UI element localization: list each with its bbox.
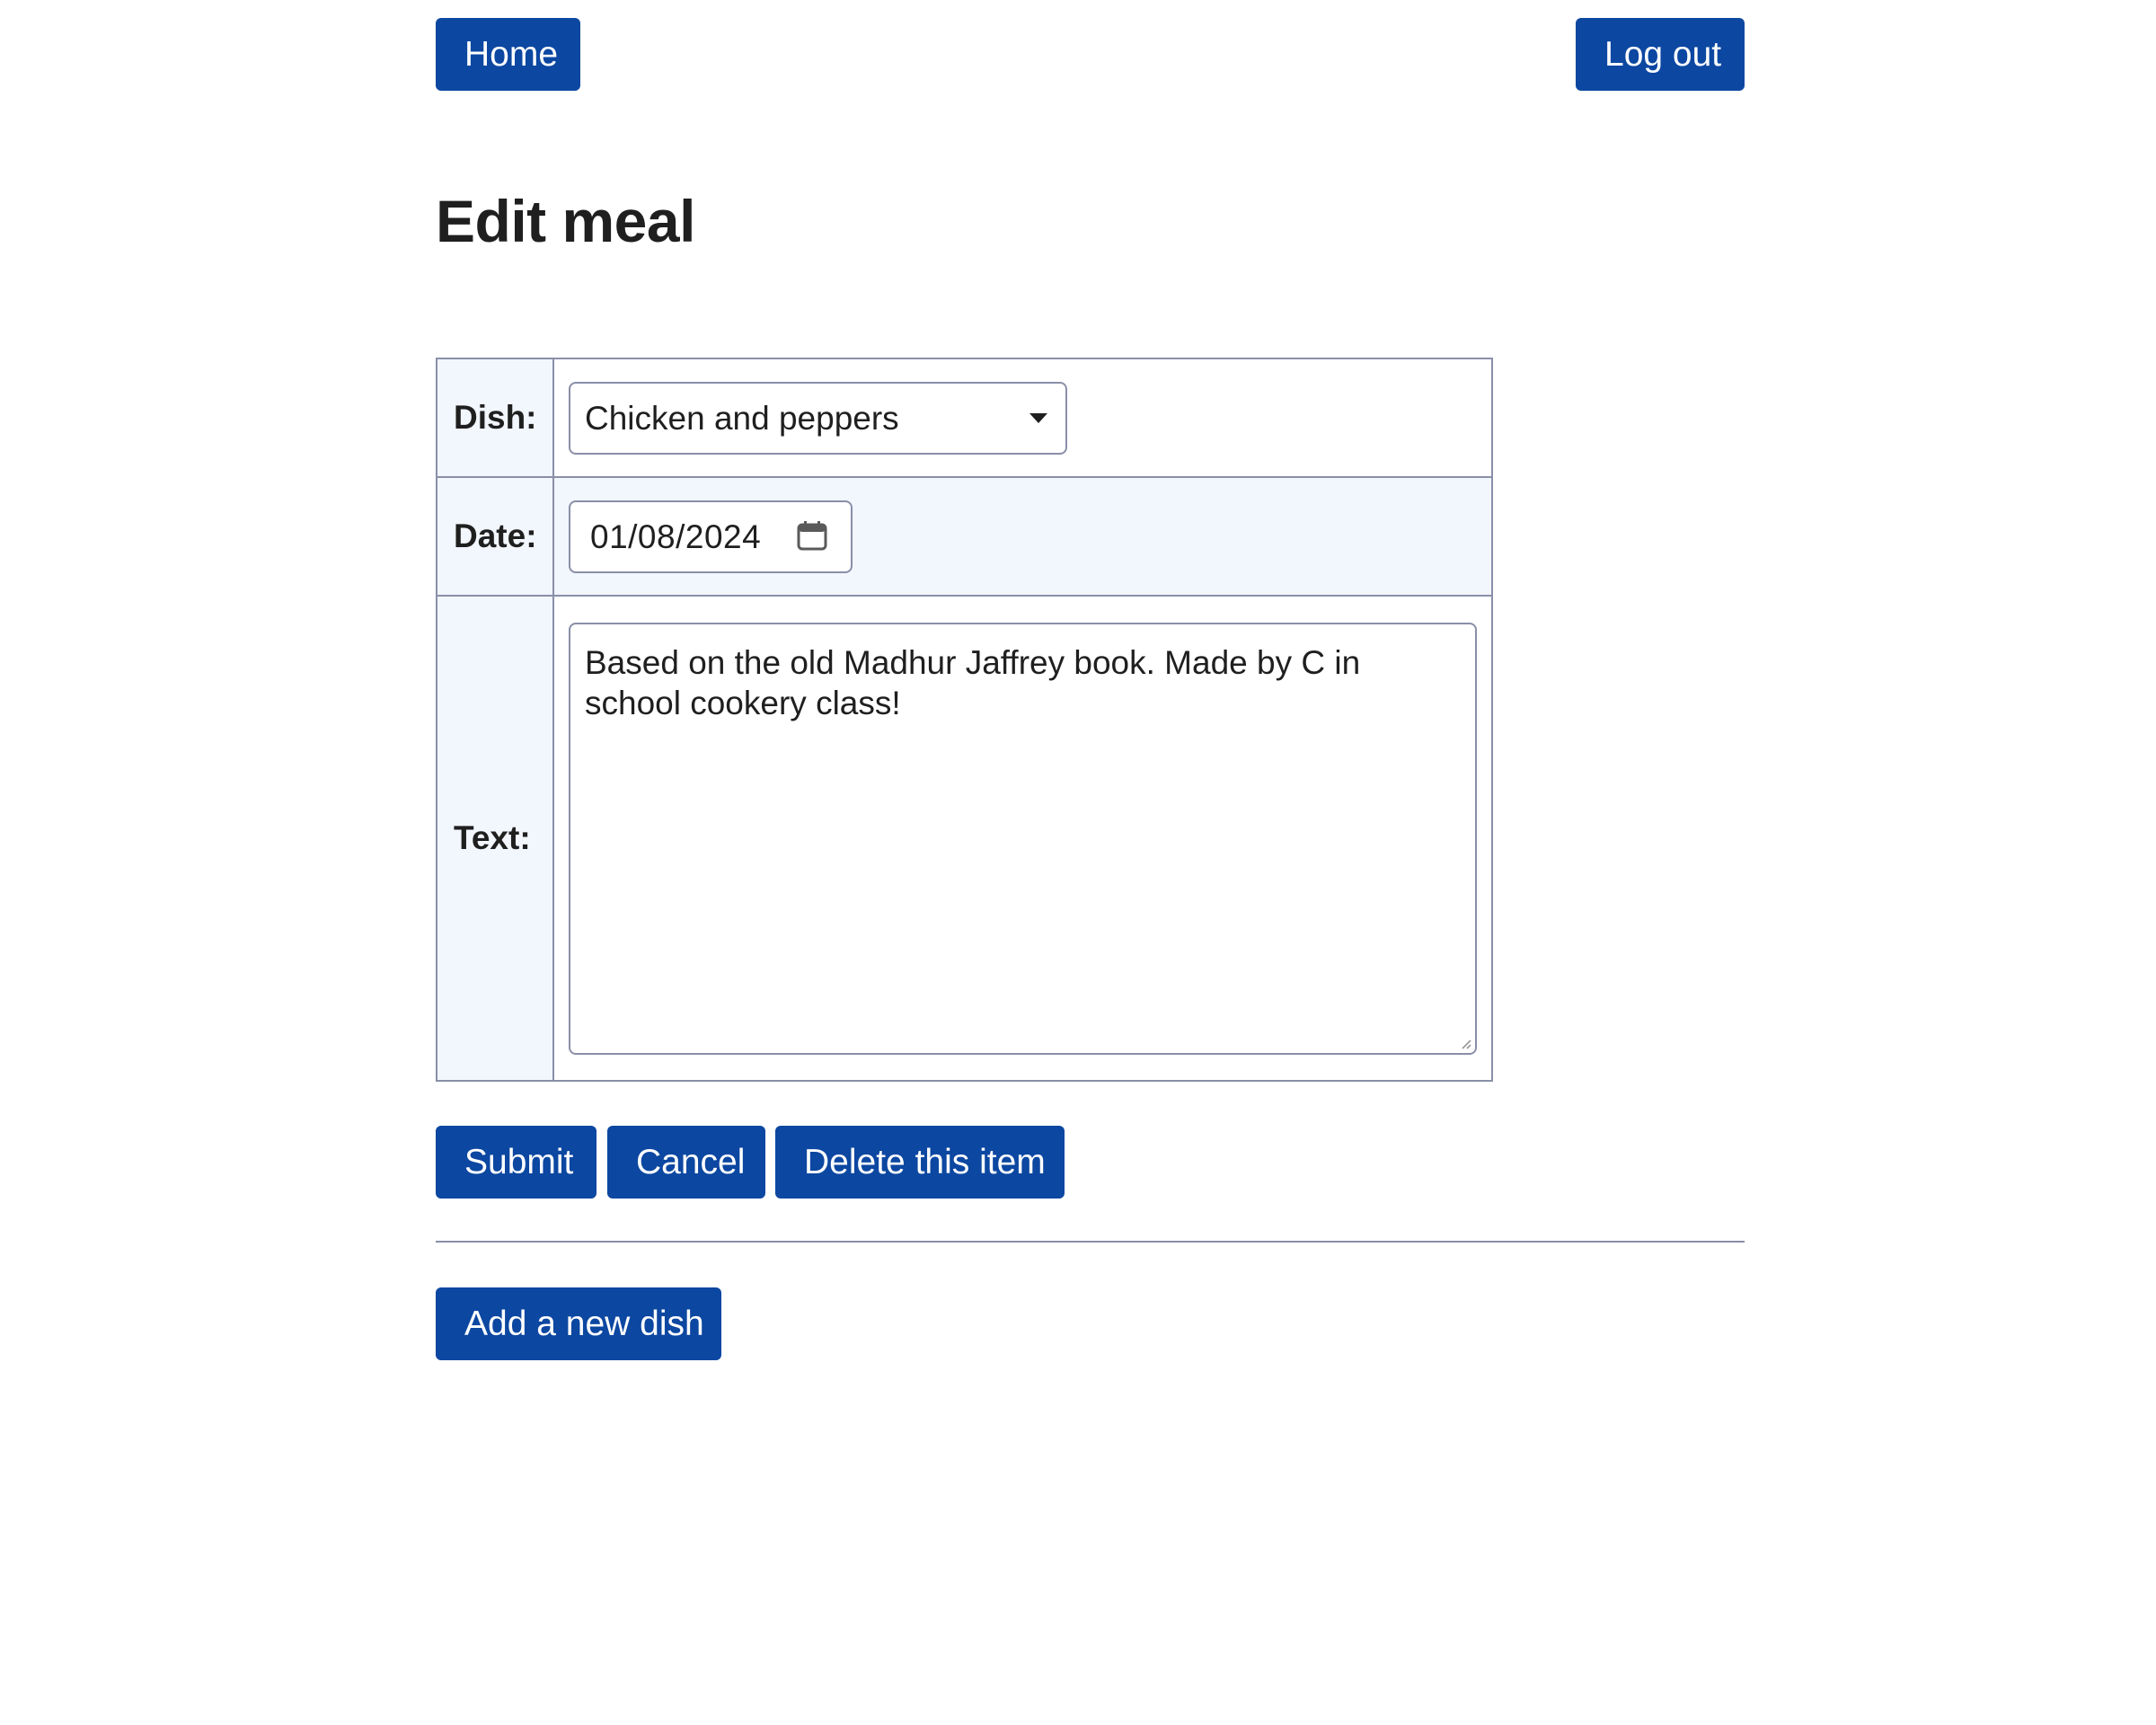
date-label: Date: — [436, 476, 554, 597]
cancel-button[interactable]: Cancel — [607, 1126, 765, 1199]
delete-item-button[interactable]: Delete this item — [775, 1126, 1065, 1199]
dish-select-value: Chicken and peppers — [585, 399, 899, 437]
dish-select[interactable]: Chicken and peppers — [569, 381, 1067, 455]
text-textarea-value: Based on the old Madhur Jaffrey book. Ma… — [585, 643, 1361, 721]
text-field-cell: Based on the old Madhur Jaffrey book. Ma… — [552, 595, 1493, 1082]
text-textarea[interactable]: Based on the old Madhur Jaffrey book. Ma… — [569, 622, 1477, 1055]
text-label: Text: — [436, 595, 554, 1082]
dish-field-cell: Chicken and peppers — [552, 358, 1493, 478]
logout-button[interactable]: Log out — [1576, 18, 1745, 91]
resize-handle-icon[interactable] — [1461, 1039, 1471, 1049]
add-dish-button[interactable]: Add a new dish — [436, 1287, 721, 1360]
date-field-cell: 01/08/2024 — [552, 476, 1493, 597]
meal-form-table: Dish: Chicken and peppers Date: 01/08/20… — [436, 358, 1493, 1082]
date-input-value: 01/08/2024 — [590, 518, 762, 555]
page-title: Edit meal — [436, 188, 695, 254]
dish-row: Dish: Chicken and peppers — [436, 358, 1493, 478]
dish-label: Dish: — [436, 358, 554, 478]
calendar-icon[interactable] — [797, 520, 827, 551]
page: Home Log out Edit meal Dish: Chicken and… — [0, 0, 2156, 1725]
home-button[interactable]: Home — [436, 18, 580, 91]
chevron-down-icon — [1029, 412, 1047, 423]
date-input[interactable]: 01/08/2024 — [569, 500, 853, 573]
submit-button[interactable]: Submit — [436, 1126, 596, 1199]
text-row: Text: Based on the old Madhur Jaffrey bo… — [436, 595, 1493, 1082]
date-row: Date: 01/08/2024 — [436, 476, 1493, 597]
divider — [436, 1241, 1745, 1243]
